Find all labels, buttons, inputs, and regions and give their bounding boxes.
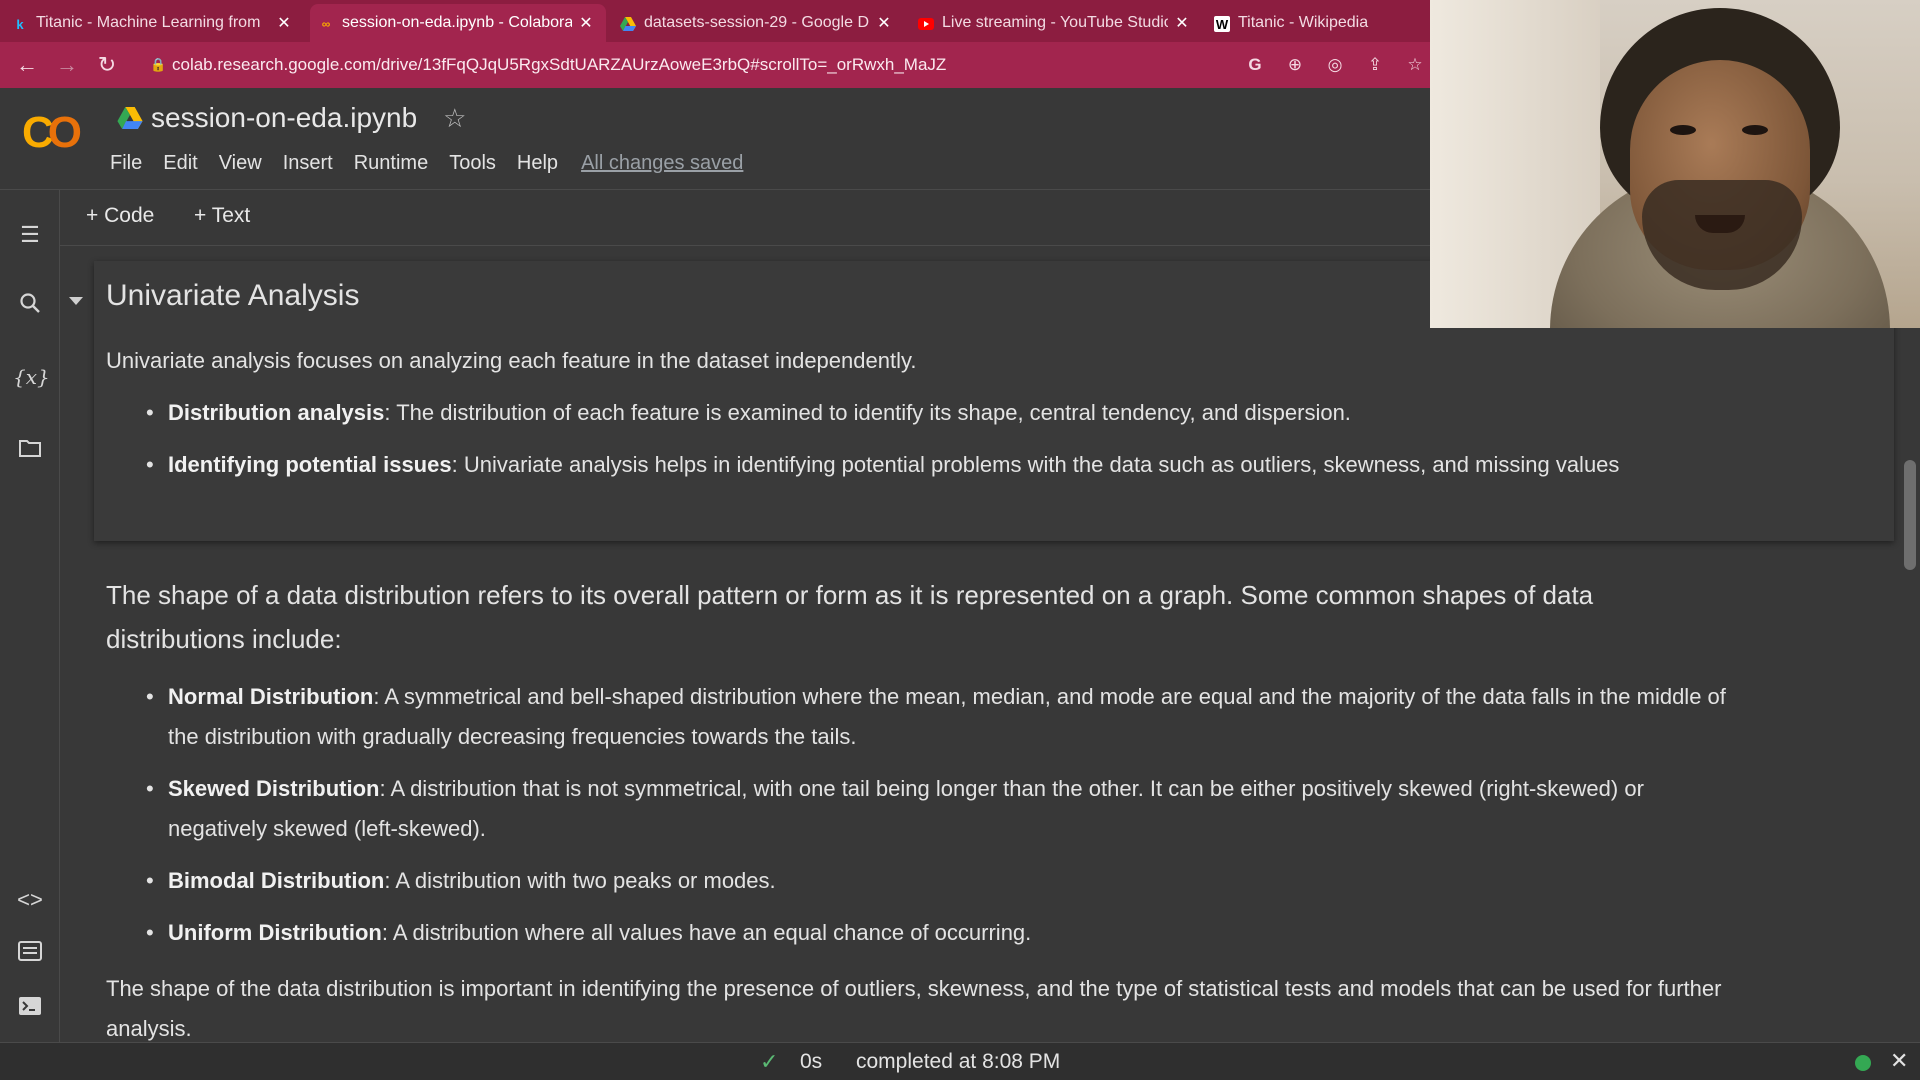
browser-tab-youtube[interactable]: Live streaming - YouTube Studio ✕ <box>910 4 1202 42</box>
close-tab-icon[interactable]: ✕ <box>276 13 292 33</box>
google-icon[interactable]: G <box>1244 54 1266 76</box>
browser-tab-drive[interactable]: datasets-session-29 - Google Dri ✕ <box>612 4 904 42</box>
menu-help[interactable]: Help <box>517 152 558 175</box>
kaggle-icon: k <box>16 16 24 32</box>
add-text-button[interactable]: + Text <box>194 204 250 228</box>
tab-title: Titanic - Machine Learning from <box>36 14 261 31</box>
status-bar: ✓ 0s completed at 8:08 PM ✕ <box>0 1042 1920 1080</box>
colab-logo[interactable]: CO <box>22 108 82 158</box>
connection-status-dot[interactable] <box>1855 1055 1871 1071</box>
webcam-person-eye <box>1670 125 1696 135</box>
command-palette-icon[interactable] <box>13 937 47 971</box>
tab-title: Titanic - Wikipedia <box>1238 14 1369 31</box>
bullet-text: : The distribution of each feature is ex… <box>384 400 1351 425</box>
execution-status[interactable]: completed at 8:08 PM <box>856 1050 1060 1074</box>
bullet-term: Identifying potential issues <box>168 452 452 477</box>
execution-duration: 0s <box>800 1050 823 1073</box>
bullet-text: : Univariate analysis helps in identifyi… <box>451 452 1620 477</box>
close-icon[interactable]: ✕ <box>1890 1048 1908 1074</box>
bullet-text: : A distribution with two peaks or modes… <box>384 868 776 893</box>
bullet-term: Skewed Distribution <box>168 776 380 801</box>
webcam-overlay <box>1430 0 1920 328</box>
save-status[interactable]: All changes saved <box>581 152 743 175</box>
add-text-label: Text <box>211 204 251 227</box>
collapse-section-icon[interactable] <box>69 297 83 305</box>
check-icon: ✓ <box>760 1049 779 1074</box>
list-item: Bimodal Distribution: A distribution wit… <box>146 861 1728 901</box>
webcam-person-eye <box>1742 125 1768 135</box>
plus-icon: + <box>194 204 207 227</box>
browser-tab-colab[interactable]: ∞ session-on-eda.ipynb - Colaborat ✕ <box>310 4 606 42</box>
list-item: Normal Distribution: A symmetrical and b… <box>146 677 1728 757</box>
forward-icon[interactable]: → <box>52 50 82 80</box>
bullet-term: Uniform Distribution <box>168 920 382 945</box>
notebook-content: Univariate Analysis Univariate analysis … <box>60 247 1920 1042</box>
menu-runtime[interactable]: Runtime <box>354 152 428 175</box>
shape-intro: The shape of a data distribution refers … <box>106 580 1594 654</box>
share-icon[interactable]: ⇪ <box>1364 54 1386 76</box>
close-tab-icon[interactable]: ✕ <box>578 13 594 33</box>
files-folder-icon[interactable] <box>13 434 47 468</box>
plus-icon: + <box>86 204 99 227</box>
table-of-contents-icon[interactable]: ☰ <box>13 218 47 252</box>
tab-title: session-on-eda.ipynb - Colaborat <box>342 14 572 31</box>
distribution-shapes-list: Normal Distribution: A symmetrical and b… <box>146 677 1728 953</box>
terminal-icon[interactable] <box>13 992 47 1026</box>
tracking-icon[interactable]: ◎ <box>1324 54 1346 76</box>
notebook-title[interactable]: session-on-eda.ipynb <box>151 102 417 134</box>
menu-insert[interactable]: Insert <box>283 152 333 175</box>
vertical-scrollbar[interactable] <box>1904 460 1916 570</box>
section-heading: Univariate Analysis <box>106 279 360 312</box>
menu-view[interactable]: View <box>219 152 262 175</box>
list-item: Distribution analysis: The distribution … <box>146 393 1708 433</box>
menu-bar: File Edit View Insert Runtime Tools Help… <box>110 152 743 175</box>
notebook-title-row: session-on-eda.ipynb ☆ <box>117 102 466 134</box>
lock-icon: 🔒 <box>150 57 167 72</box>
browser-tab-kaggle[interactable]: k Titanic - Machine Learning from ✕ <box>4 4 304 42</box>
univariate-bullet-list: Distribution analysis: The distribution … <box>146 393 1708 485</box>
address-bar[interactable]: 🔒 colab.research.google.com/drive/13fFqQ… <box>150 49 1420 81</box>
bullet-term: Distribution analysis <box>168 400 385 425</box>
list-item: Skewed Distribution: A distribution that… <box>146 769 1728 849</box>
browser-tab-wikipedia[interactable]: W Titanic - Wikipedia <box>1206 4 1430 42</box>
wikipedia-icon: W <box>1214 16 1230 32</box>
reload-icon[interactable]: ↻ <box>92 50 122 80</box>
close-tab-icon[interactable]: ✕ <box>876 13 892 33</box>
menu-tools[interactable]: Tools <box>449 152 496 175</box>
menu-edit[interactable]: Edit <box>163 152 197 175</box>
bullet-term: Normal Distribution <box>168 684 374 709</box>
zoom-icon[interactable]: ⊕ <box>1284 54 1306 76</box>
univariate-intro: Univariate analysis focuses on analyzing… <box>106 348 917 373</box>
list-item: Uniform Distribution: A distribution whe… <box>146 913 1728 953</box>
colab-icon: ∞ <box>321 17 331 31</box>
tab-title: Live streaming - YouTube Studio <box>942 14 1168 31</box>
drive-icon <box>620 16 636 32</box>
menu-file[interactable]: File <box>110 152 142 175</box>
close-tab-icon[interactable]: ✕ <box>1174 13 1190 33</box>
search-icon[interactable] <box>13 290 47 324</box>
bullet-term: Bimodal Distribution <box>168 868 385 893</box>
bullet-text: : A distribution that is not symmetrical… <box>168 776 1644 841</box>
star-icon[interactable]: ☆ <box>443 103 466 134</box>
bookmark-star-icon[interactable]: ☆ <box>1404 54 1426 76</box>
left-rail: ☰ {x} <> <box>0 190 60 1042</box>
youtube-icon <box>918 16 934 32</box>
add-code-button[interactable]: + Code <box>86 204 154 228</box>
drive-icon[interactable] <box>117 107 143 129</box>
back-icon[interactable]: ← <box>12 50 42 80</box>
variables-icon[interactable]: {x} <box>13 360 50 394</box>
url-text: colab.research.google.com/drive/13fFqQJq… <box>172 55 947 74</box>
add-code-label: Code <box>104 204 155 227</box>
bullet-text: : A symmetrical and bell-shaped distribu… <box>168 684 1726 749</box>
bullet-text: : A distribution where all values have a… <box>381 920 1032 945</box>
tab-title: datasets-session-29 - Google Dri <box>644 14 870 31</box>
code-snippets-icon[interactable]: <> <box>13 883 47 917</box>
list-item: Identifying potential issues: Univariate… <box>146 445 1708 485</box>
shape-closing: The shape of the data distribution is im… <box>106 976 1722 1041</box>
